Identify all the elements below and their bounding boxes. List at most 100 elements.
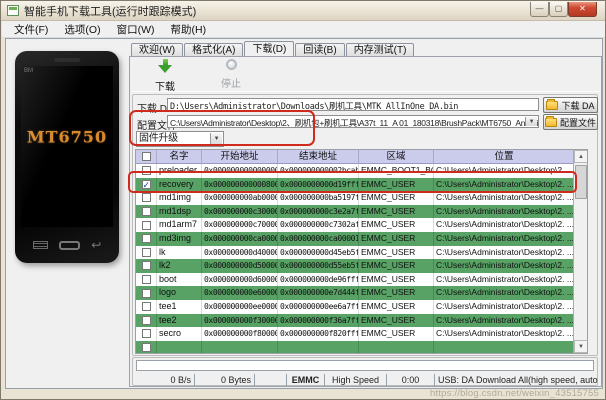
phone-back-icon: ↩ (91, 240, 101, 250)
partition-row[interactable]: preloader 0x0000000000000000 0x000000000… (136, 164, 587, 178)
da-browse-button[interactable]: 下载 DA (543, 97, 598, 113)
select-all-checkbox[interactable] (136, 150, 157, 163)
partition-end-address (278, 341, 359, 354)
partition-row[interactable]: recovery 0x0000000000008000 0x0000000000… (136, 178, 587, 192)
scatter-browse-button[interactable]: 配置文件 (543, 114, 598, 130)
column-end-address[interactable]: 结束地址 (278, 150, 359, 163)
menu-options[interactable]: 选项(O) (56, 21, 108, 38)
partition-location: C:\Users\Administrator\Desktop\2. ... (434, 314, 574, 328)
column-location[interactable]: 位置 (434, 150, 574, 163)
scroll-down-icon[interactable]: ▼ (574, 340, 588, 353)
title-bar: 智能手机下载工具(运行时跟踪模式) (1, 1, 606, 21)
column-start-address[interactable]: 开始地址 (202, 150, 278, 163)
scroll-up-icon[interactable]: ▲ (574, 150, 588, 163)
partition-location: C:\Users\Administrator\Desktop\2... (434, 164, 574, 178)
menu-file[interactable]: 文件(F) (6, 21, 56, 38)
partition-start-address: 0x000000000d600000 (202, 273, 278, 287)
phone-home-icon (59, 241, 80, 250)
partition-row[interactable]: md1dsp 0x000000000c300000 0x000000000c3e… (136, 205, 587, 219)
tab-download[interactable]: 下载(D) (244, 41, 294, 56)
partition-checkbox[interactable] (142, 207, 151, 216)
download-mode-select[interactable]: 固件升级 ▼ (136, 131, 224, 147)
partition-region (359, 341, 434, 354)
partition-region: EMMC_USER (359, 178, 434, 192)
partition-end-address: 0x000000000ca00001 (278, 232, 359, 246)
partition-checkbox[interactable] (142, 302, 151, 311)
menu-help[interactable]: 帮助(H) (163, 21, 215, 38)
tab-welcome[interactable]: 欢迎(W) (131, 43, 183, 56)
partition-row[interactable]: md1img 0x000000000ab00000 0x000000000ba5… (136, 191, 587, 205)
phone-screen: BM MT6750 (21, 66, 113, 227)
partition-checkbox[interactable] (142, 193, 151, 202)
stop-button[interactable]: 停止 (209, 59, 253, 89)
tab-memory-test[interactable]: 内存测试(T) (346, 43, 415, 56)
partition-row[interactable]: lk2 0x000000000d500000 0x000000000d55eb5… (136, 259, 587, 273)
partition-start-address: 0x000000000c300000 (202, 205, 278, 219)
scrollbar-thumb[interactable] (575, 165, 587, 199)
phone-earpiece (54, 58, 80, 62)
partition-checkbox[interactable] (142, 248, 151, 257)
partition-row[interactable]: md3img 0x000000000ca00000 0x000000000ca0… (136, 232, 587, 246)
partition-row[interactable]: boot 0x000000000d600000 0x000000000de96f… (136, 273, 587, 287)
partition-checkbox[interactable] (142, 275, 151, 284)
partition-row[interactable]: md1arm7 0x000000000c700000 0x000000000c7… (136, 218, 587, 232)
partition-row[interactable]: lk 0x000000000d400000 0x000000000d45eb5f… (136, 246, 587, 260)
partition-row[interactable]: tee2 0x000000000f300000 0x000000000f36a7… (136, 314, 587, 328)
partition-region: EMMC_USER (359, 327, 434, 341)
partition-checkbox[interactable] (142, 180, 151, 189)
partition-start-address: 0x000000000f300000 (202, 314, 278, 328)
phone-camera (35, 58, 39, 62)
partition-region: EMMC_USER (359, 205, 434, 219)
tab-strip: 欢迎(W) 格式化(A) 下载(D) 回读(B) 内存测试(T) (131, 42, 415, 56)
partition-name (157, 341, 202, 354)
partition-start-address: 0x000000000e600000 (202, 286, 278, 300)
tab-format[interactable]: 格式化(A) (184, 43, 243, 56)
partition-region: EMMC_USER (359, 246, 434, 260)
status-link-speed: High Speed (324, 374, 386, 386)
partition-row[interactable]: logo 0x000000000e600000 0x000000000e7d44… (136, 286, 587, 300)
partition-name: tee2 (157, 314, 202, 328)
partition-location: C:\Users\Administrator\Desktop\2. ... (434, 232, 574, 246)
partition-checkbox[interactable] (142, 343, 151, 352)
partition-checkbox[interactable] (142, 261, 151, 270)
partition-location (434, 341, 574, 354)
status-bar: 0 B/s 0 Bytes EMMC High Speed 0:00 USB: … (132, 373, 598, 386)
partition-name: md1img (157, 191, 202, 205)
tab-readback[interactable]: 回读(B) (295, 43, 344, 56)
partition-start-address: 0x000000000c700000 (202, 218, 278, 232)
partition-name: preloader (157, 164, 202, 178)
download-button[interactable]: 下载 (143, 59, 187, 89)
da-path-input[interactable]: D:\Users\Administrator\Downloads\刷机工具\MT… (167, 98, 539, 111)
partition-checkbox[interactable] (142, 329, 151, 338)
phone-image: BM MT6750 ↩ (15, 51, 119, 263)
table-scrollbar[interactable]: ▲ ▼ (573, 150, 587, 353)
partition-name: tee1 (157, 300, 202, 314)
progress-bar (136, 360, 594, 371)
maximize-icon[interactable]: ▢ (549, 2, 568, 17)
status-storage: EMMC (286, 374, 324, 386)
partition-checkbox[interactable] (142, 166, 151, 175)
menu-window[interactable]: 窗口(W) (109, 21, 163, 38)
partition-row[interactable]: tee1 0x000000000ee00000 0x000000000ee6a7… (136, 300, 587, 314)
app-window: 智能手机下载工具(运行时跟踪模式) — ▢ ✕ 文件(F) 选项(O) 窗口(W… (0, 0, 606, 400)
partition-checkbox[interactable] (142, 234, 151, 243)
status-usb-mode: USB: DA Download All(high speed, auto de… (434, 374, 598, 386)
chevron-down-icon[interactable]: ▼ (210, 133, 222, 145)
phone-chipset-label: MT6750 (21, 127, 113, 146)
partition-checkbox[interactable] (142, 289, 151, 298)
column-region[interactable]: 区域 (359, 150, 434, 163)
partition-location: C:\Users\Administrator\Desktop\2. ... (434, 246, 574, 260)
partition-region: EMMC_USER (359, 232, 434, 246)
partition-region: EMMC_USER (359, 259, 434, 273)
partition-row[interactable]: secro 0x000000000f800000 0x000000000f820… (136, 327, 587, 341)
column-name[interactable]: 名字 (157, 150, 202, 163)
partition-checkbox[interactable] (142, 221, 151, 230)
chevron-down-icon[interactable]: ▼ (525, 117, 537, 126)
status-time: 0:00 (386, 374, 434, 386)
partition-row[interactable] (136, 341, 587, 354)
minimize-icon[interactable]: — (530, 2, 549, 17)
partition-checkbox[interactable] (142, 316, 151, 325)
scatter-path-combobox[interactable]: C:\Users\Administrator\Desktop\2、刷机包+刷机工… (167, 115, 539, 128)
partition-location: C:\Users\Administrator\Desktop\2. ... (434, 273, 574, 287)
close-icon[interactable]: ✕ (568, 2, 597, 17)
